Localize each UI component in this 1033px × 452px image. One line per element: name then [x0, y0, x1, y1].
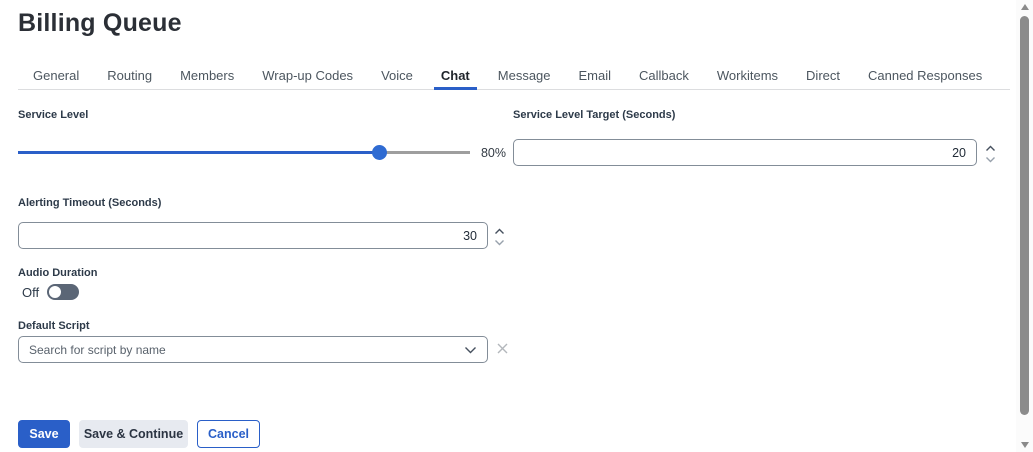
- tab-members[interactable]: Members: [180, 63, 234, 89]
- triangle-up-icon: [1021, 4, 1029, 10]
- stepper-down-button[interactable]: [492, 236, 506, 246]
- clear-script-button[interactable]: [492, 336, 512, 363]
- service-level-target-label: Service Level Target (Seconds): [513, 109, 675, 121]
- chevron-down-icon: [458, 346, 487, 354]
- tab-general[interactable]: General: [33, 63, 79, 89]
- alerting-timeout-label: Alerting Timeout (Seconds): [18, 197, 161, 209]
- queue-settings-page: Billing Queue General Routing Members Wr…: [0, 0, 1033, 452]
- cancel-button[interactable]: Cancel: [197, 420, 260, 448]
- tab-wrap-up-codes[interactable]: Wrap-up Codes: [262, 63, 353, 89]
- tab-direct[interactable]: Direct: [806, 63, 840, 89]
- scroll-down-button[interactable]: [1016, 438, 1033, 452]
- alerting-timeout-stepper: [492, 222, 506, 249]
- alerting-timeout-input[interactable]: [18, 222, 488, 249]
- scroll-thumb[interactable]: [1020, 16, 1029, 415]
- scroll-up-button[interactable]: [1016, 0, 1033, 14]
- tab-message[interactable]: Message: [498, 63, 551, 89]
- tab-voice[interactable]: Voice: [381, 63, 413, 89]
- tab-bar: General Routing Members Wrap-up Codes Vo…: [18, 62, 1010, 90]
- triangle-down-icon: [1021, 442, 1029, 448]
- select-placeholder-text: Search for script by name: [19, 343, 458, 357]
- scrollbar: [1016, 0, 1033, 452]
- tab-email[interactable]: Email: [579, 63, 612, 89]
- audio-duration-toggle-row: Off: [22, 284, 79, 300]
- tab-chat[interactable]: Chat: [441, 63, 470, 89]
- default-script-select[interactable]: Search for script by name: [18, 336, 488, 363]
- tab-routing[interactable]: Routing: [107, 63, 152, 89]
- save-and-continue-button[interactable]: Save & Continue: [79, 420, 188, 448]
- service-level-target-stepper: [983, 139, 997, 166]
- service-level-target-input[interactable]: [513, 139, 977, 166]
- slider-thumb[interactable]: [372, 145, 387, 160]
- slider-fill: [18, 151, 380, 154]
- toggle-knob-icon: [49, 286, 61, 298]
- chevron-down-icon: [985, 151, 996, 166]
- stepper-down-button[interactable]: [983, 153, 997, 163]
- service-level-value: 80%: [468, 146, 506, 160]
- x-icon: [496, 342, 509, 358]
- default-script-label: Default Script: [18, 320, 90, 332]
- page-title: Billing Queue: [18, 9, 182, 38]
- service-level-slider[interactable]: [18, 145, 470, 160]
- tab-workitems[interactable]: Workitems: [717, 63, 778, 89]
- save-button[interactable]: Save: [18, 420, 70, 448]
- tab-callback[interactable]: Callback: [639, 63, 689, 89]
- chevron-down-icon: [494, 234, 505, 249]
- tab-canned-responses[interactable]: Canned Responses: [868, 63, 982, 89]
- service-level-label: Service Level: [18, 109, 88, 121]
- toggle-state-text: Off: [22, 285, 39, 300]
- audio-duration-toggle[interactable]: [47, 284, 79, 300]
- audio-duration-label: Audio Duration: [18, 267, 97, 279]
